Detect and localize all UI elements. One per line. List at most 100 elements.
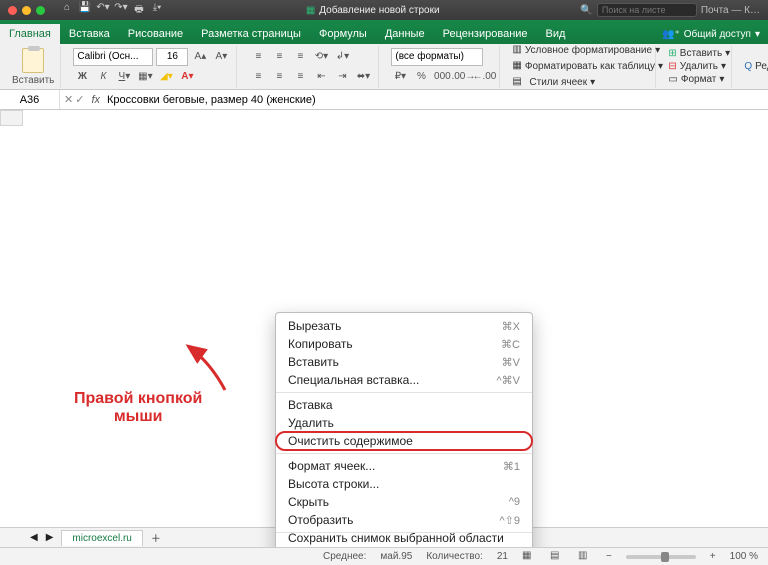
font-color-icon[interactable]: A▾ xyxy=(178,68,196,86)
page-break-view-icon[interactable]: ▥ xyxy=(578,550,592,564)
tab-formulas[interactable]: Формулы xyxy=(310,24,376,44)
align-left-icon[interactable]: ≡ xyxy=(249,68,267,86)
bold-icon[interactable]: Ж xyxy=(73,68,91,86)
mac-titlebar: ⌂ 💾 ↶▾ ↷▾ 🖶 ⤓▾ ▦ Добавление новой строки… xyxy=(0,0,768,20)
status-average-value: май.95 xyxy=(380,551,412,562)
add-sheet-icon[interactable]: ＋ xyxy=(151,530,161,545)
wrap-text-icon[interactable]: ↲▾ xyxy=(333,48,351,66)
zoom-window-icon[interactable] xyxy=(36,6,45,15)
redo-icon[interactable]: ↷▾ xyxy=(113,2,129,19)
tab-data[interactable]: Данные xyxy=(376,24,434,44)
delete-cells-button[interactable]: ⊟Удалить▾ xyxy=(668,61,725,72)
annotation-text: Правой кнопкой мыши xyxy=(74,390,202,426)
format-cells-button[interactable]: ▭Формат▾ xyxy=(668,74,725,85)
conditional-formatting-button[interactable]: ▥Условное форматирование▾ xyxy=(512,44,649,58)
paste-icon[interactable] xyxy=(22,48,44,73)
zoom-in-icon[interactable]: + xyxy=(710,551,716,562)
comma-icon[interactable]: 000 xyxy=(433,68,451,86)
tab-home[interactable]: Главная xyxy=(0,24,60,44)
percent-icon[interactable]: % xyxy=(412,68,430,86)
formula-bar: ✕ ✓ fx xyxy=(0,90,768,110)
align-center-icon[interactable]: ≡ xyxy=(270,68,288,86)
ctx-row-height[interactable]: Высота строки... xyxy=(276,475,532,493)
normal-view-icon[interactable]: ▦ xyxy=(522,550,536,564)
sheet-tab[interactable]: microexcel.ru xyxy=(61,530,142,546)
save-icon[interactable]: 💾 xyxy=(77,2,93,19)
cell-styles-button[interactable]: ▤Стили ячеек▾ xyxy=(512,76,649,90)
ctx-paste-special[interactable]: Специальная вставка...^⌘V xyxy=(276,371,532,389)
tab-insert[interactable]: Вставка xyxy=(60,24,119,44)
ctx-paste[interactable]: Вставить⌘V xyxy=(276,353,532,371)
tab-review[interactable]: Рецензирование xyxy=(434,24,537,44)
print-icon[interactable]: 🖶 xyxy=(131,2,147,19)
open-icon[interactable]: ⤓▾ xyxy=(149,2,165,19)
zoom-out-icon[interactable]: − xyxy=(606,551,612,562)
share-button[interactable]: 👥⁺ Общий доступ ▾ xyxy=(654,25,768,44)
zoom-slider[interactable] xyxy=(626,555,696,559)
indent-inc-icon[interactable]: ⇥ xyxy=(333,68,351,86)
align-middle-icon[interactable]: ≡ xyxy=(270,48,288,66)
formula-input[interactable] xyxy=(103,90,768,109)
fill-color-icon[interactable]: ◢▾ xyxy=(157,68,175,86)
tab-pagelayout[interactable]: Разметка страницы xyxy=(192,24,310,44)
decrease-font-icon[interactable]: A▾ xyxy=(212,48,230,66)
underline-icon[interactable]: Ч▾ xyxy=(115,68,133,86)
format-icon: ▭ xyxy=(668,74,677,85)
cancel-formula-icon[interactable]: ✕ xyxy=(64,93,73,106)
ctx-insert[interactable]: Вставка xyxy=(276,396,532,414)
col-header[interactable] xyxy=(1,111,23,126)
document-name-text: Добавление новой строки xyxy=(319,5,439,16)
orientation-icon[interactable]: ⟲▾ xyxy=(312,48,330,66)
fx-icon[interactable]: fx xyxy=(88,94,103,106)
ctx-show[interactable]: Отобразить^⇧9 xyxy=(276,511,532,529)
prev-sheet-icon[interactable]: ◀ xyxy=(30,532,38,543)
name-box[interactable] xyxy=(0,90,60,109)
page-layout-view-icon[interactable]: ▤ xyxy=(550,550,564,564)
undo-icon[interactable]: ↶▾ xyxy=(95,2,111,19)
next-sheet-icon[interactable]: ▶ xyxy=(46,532,54,543)
ctx-format-cells[interactable]: Формат ячеек...⌘1 xyxy=(276,457,532,475)
number-format-input[interactable] xyxy=(391,48,483,66)
border-icon[interactable]: ▦▾ xyxy=(136,68,154,86)
chevron-down-icon: ▾ xyxy=(755,29,760,40)
context-menu: Вырезать⌘X Копировать⌘C Вставить⌘V Специ… xyxy=(275,312,533,547)
ctx-hide[interactable]: Скрыть^9 xyxy=(276,493,532,511)
insert-cells-button[interactable]: ⊞Вставить▾ xyxy=(668,48,725,59)
ctx-clear-contents[interactable]: Очистить содержимое xyxy=(276,432,532,450)
font-name-input[interactable] xyxy=(73,48,153,66)
ctx-cut[interactable]: Вырезать⌘X xyxy=(276,317,532,335)
status-count-value: 21 xyxy=(497,551,508,562)
accept-formula-icon[interactable]: ✓ xyxy=(75,93,84,106)
align-right-icon[interactable]: ≡ xyxy=(291,68,309,86)
search-input[interactable] xyxy=(597,3,697,17)
table-icon: ▦ xyxy=(512,60,521,74)
ctx-copy[interactable]: Копировать⌘C xyxy=(276,335,532,353)
currency-icon[interactable]: ₽▾ xyxy=(391,68,409,86)
share-label: Общий доступ xyxy=(684,29,751,40)
editing-button[interactable]: QРедактирование xyxy=(744,61,768,72)
ctx-screenshot[interactable]: Сохранить снимок выбранной области экран… xyxy=(276,536,532,547)
editing-group: QРедактирование xyxy=(738,46,768,88)
home-icon[interactable]: ⌂ xyxy=(59,2,75,19)
share-icon: 👥⁺ xyxy=(662,29,680,40)
inc-decimal-icon[interactable]: .00→ xyxy=(454,68,472,86)
increase-font-icon[interactable]: A▴ xyxy=(191,48,209,66)
window-controls[interactable] xyxy=(0,6,53,15)
close-window-icon[interactable] xyxy=(8,6,17,15)
italic-icon[interactable]: К xyxy=(94,68,112,86)
format-as-table-button[interactable]: ▦Форматировать как таблицу▾ xyxy=(512,60,649,74)
indent-dec-icon[interactable]: ⇤ xyxy=(312,68,330,86)
insert-icon: ⊞ xyxy=(668,48,676,59)
font-size-input[interactable] xyxy=(156,48,188,66)
zoom-level[interactable]: 100 % xyxy=(730,551,758,562)
align-bottom-icon[interactable]: ≡ xyxy=(291,48,309,66)
align-top-icon[interactable]: ≡ xyxy=(249,48,267,66)
dec-decimal-icon[interactable]: ←.00 xyxy=(475,68,493,86)
tab-view[interactable]: Вид xyxy=(537,24,575,44)
ctx-delete[interactable]: Удалить xyxy=(276,414,532,432)
tab-draw[interactable]: Рисование xyxy=(119,24,192,44)
spreadsheet-grid[interactable]: Правой кнопкой мыши Вырезать⌘X Копироват… xyxy=(0,110,768,547)
clipboard-group: Вставить xyxy=(6,46,61,88)
merge-icon[interactable]: ⬌▾ xyxy=(354,68,372,86)
minimize-window-icon[interactable] xyxy=(22,6,31,15)
